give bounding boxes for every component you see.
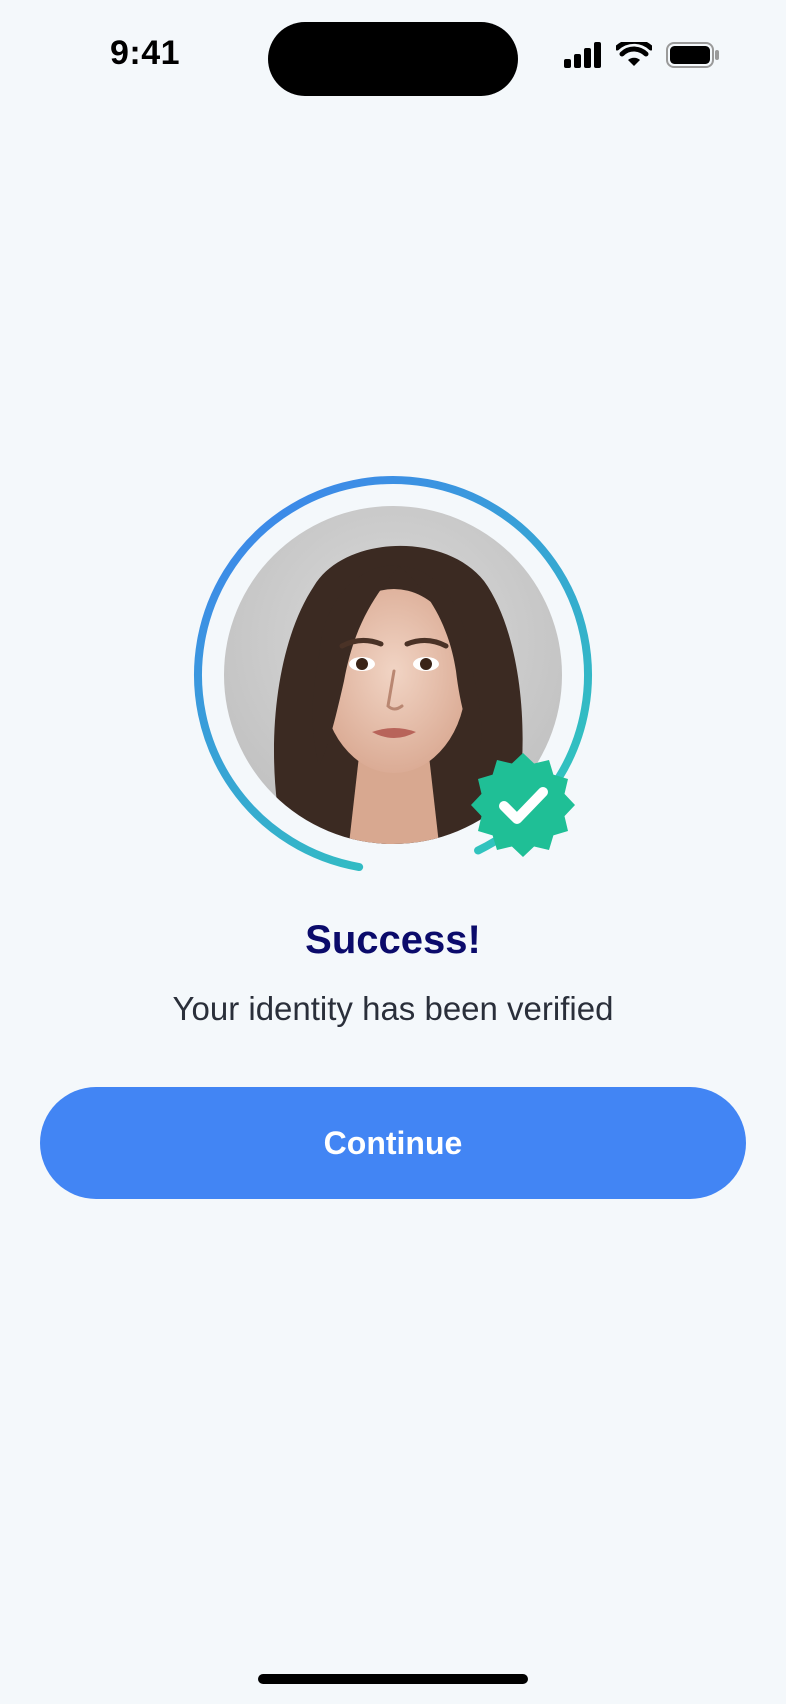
battery-icon (666, 42, 720, 68)
success-title: Success! (305, 918, 481, 962)
status-time: 9:41 (110, 34, 181, 72)
continue-button[interactable]: Continue (40, 1087, 746, 1199)
status-icons (564, 42, 720, 68)
verification-message: Your identity has been verified (172, 990, 614, 1027)
home-indicator[interactable] (258, 1674, 528, 1684)
verified-check-badge-icon (471, 753, 575, 857)
dynamic-island (268, 22, 518, 96)
wifi-icon (616, 42, 652, 68)
cellular-signal-icon (564, 42, 602, 68)
verified-avatar (190, 472, 596, 878)
status-bar: 9:41 (0, 0, 786, 110)
